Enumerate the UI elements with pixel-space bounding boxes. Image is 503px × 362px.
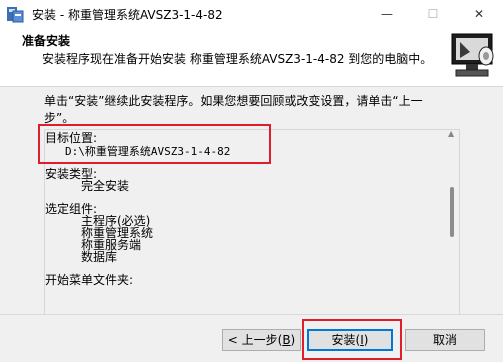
highlight-box-target-location [38, 124, 271, 164]
scroll-up-arrow-icon[interactable]: ▲ [448, 130, 456, 138]
installer-app-icon [7, 7, 24, 23]
cancel-button[interactable]: 取消 [405, 329, 485, 351]
type-value: 完全安装 [81, 179, 130, 193]
maximize-button[interactable]: ☐ [410, 0, 456, 28]
back-button-suffix: ) [290, 333, 296, 347]
back-button[interactable]: < 上一步(B) [222, 329, 301, 351]
scroll-thumb[interactable] [450, 187, 454, 237]
close-button[interactable]: ✕ [456, 0, 502, 28]
title-bar: 安装 - 称重管理系统AVSZ3-1-4-82 — ☐ ✕ [0, 0, 503, 29]
summary-scrollbar[interactable]: ▲ ▼ [446, 129, 458, 345]
page-title: 准备安装 [22, 34, 71, 48]
startmenu-label: 开始菜单文件夹: [45, 273, 134, 287]
back-button-prefix: < 上一步( [227, 333, 283, 347]
component-item: 数据库 [81, 250, 118, 264]
wizard-header: 准备安装 安装程序现在准备开始安装 称重管理系统AVSZ3-1-4-82 到您的… [0, 28, 503, 87]
highlight-box-install-button [302, 319, 402, 360]
wizard-footer: < 上一步(B) 安装(I) 取消 [0, 314, 503, 362]
back-button-accesskey: B [282, 333, 291, 347]
window-title: 安装 - 称重管理系统AVSZ3-1-4-82 [32, 8, 223, 22]
minimize-button[interactable]: — [364, 0, 410, 28]
computer-setup-icon [451, 33, 494, 77]
instruction-text: 单击“安装”继续此安装程序。如果您想要回顾或改变设置，请单击“上一 步”。 [44, 93, 464, 127]
page-subtitle: 安装程序现在准备开始安装 称重管理系统AVSZ3-1-4-82 到您的电脑中。 [42, 52, 433, 66]
instruction-line-1: 单击“安装”继续此安装程序。如果您想要回顾或改变设置，请单击“上一 [44, 94, 423, 108]
main-panel: 单击“安装”继续此安装程序。如果您想要回顾或改变设置，请单击“上一 步”。 目标… [0, 87, 503, 347]
